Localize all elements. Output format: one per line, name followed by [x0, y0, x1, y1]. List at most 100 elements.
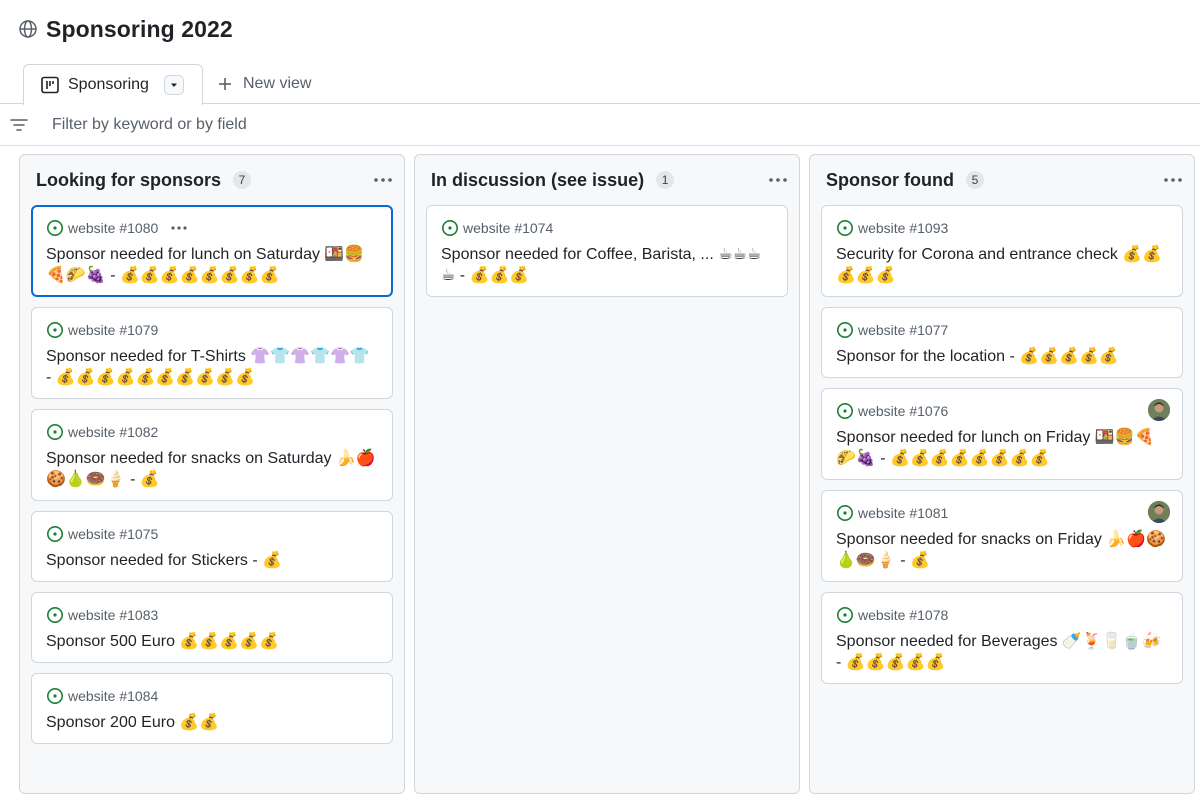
issue-reference[interactable]: website #1078 — [858, 607, 948, 623]
card-menu-button[interactable] — [170, 225, 188, 231]
column-menu-button[interactable] — [767, 169, 789, 191]
column-title: Sponsor found — [826, 169, 954, 190]
issue-title[interactable]: Sponsor needed for Coffee, Barista, ... … — [441, 244, 773, 286]
issue-card[interactable]: website #1079 Sponsor needed for T-Shirt… — [31, 307, 393, 399]
plus-icon — [217, 76, 233, 92]
column-count-badge: 5 — [965, 171, 984, 189]
card-meta: website #1074 — [441, 218, 773, 238]
card-meta: website #1083 — [46, 605, 378, 625]
issue-opened-icon — [46, 687, 64, 705]
issue-card[interactable]: website #1076 Sponsor needed for lunch o… — [821, 388, 1183, 480]
column-header: In discussion (see issue) 1 — [415, 155, 799, 205]
filter-input[interactable] — [52, 112, 852, 138]
column-cards: website #1080 Sponsor needed for lunch o… — [31, 205, 393, 754]
card-meta: website #1080 — [46, 218, 378, 238]
issue-card[interactable]: website #1093 Security for Corona and en… — [821, 205, 1183, 297]
kebab-horizontal-icon — [769, 178, 787, 182]
issue-reference[interactable]: website #1077 — [858, 322, 948, 338]
view-options-button[interactable] — [164, 75, 184, 95]
card-meta: website #1084 — [46, 686, 378, 706]
issue-title[interactable]: Sponsor needed for Stickers - 💰 — [46, 550, 378, 571]
card-meta: website #1082 — [46, 422, 378, 442]
column-cards: website #1093 Security for Corona and en… — [821, 205, 1183, 694]
issue-title[interactable]: Sponsor 200 Euro 💰💰 — [46, 712, 378, 733]
issue-reference[interactable]: website #1084 — [68, 688, 158, 704]
column-menu-button[interactable] — [372, 169, 394, 191]
column-cards: website #1074 Sponsor needed for Coffee,… — [426, 205, 788, 307]
column-count-badge: 1 — [656, 171, 675, 189]
issue-opened-icon — [46, 606, 64, 624]
kebab-horizontal-icon — [171, 226, 187, 230]
column-looking-for-sponsors: Looking for sponsors 7 website #1080 Spo… — [19, 154, 405, 794]
card-meta: website #1078 — [836, 605, 1168, 625]
card-meta: website #1075 — [46, 524, 378, 544]
new-view-label: New view — [243, 75, 312, 92]
issue-card[interactable]: website #1078 Sponsor needed for Beverag… — [821, 592, 1183, 684]
column-in-discussion: In discussion (see issue) 1 website #107… — [414, 154, 800, 794]
assignee-avatar[interactable] — [1148, 399, 1170, 421]
project-board-icon — [40, 75, 60, 95]
column-sponsor-found: Sponsor found 5 website #1093 Security f… — [809, 154, 1195, 794]
card-meta: website #1077 — [836, 320, 1168, 340]
issue-reference[interactable]: website #1076 — [858, 403, 948, 419]
issue-card[interactable]: website #1081 Sponsor needed for snacks … — [821, 490, 1183, 582]
issue-opened-icon — [46, 219, 64, 237]
issue-opened-icon — [836, 402, 854, 420]
card-meta: website #1076 — [836, 401, 1168, 421]
column-header: Sponsor found 5 — [810, 155, 1194, 205]
triangle-down-icon — [171, 83, 177, 87]
column-title: In discussion (see issue) — [431, 169, 645, 190]
issue-reference[interactable]: website #1075 — [68, 526, 158, 542]
new-view-button[interactable]: New view — [217, 70, 311, 98]
issue-title[interactable]: Sponsor 500 Euro 💰💰💰💰💰 — [46, 631, 378, 652]
issue-card[interactable]: website #1080 Sponsor needed for lunch o… — [31, 205, 393, 297]
issue-reference[interactable]: website #1093 — [858, 220, 948, 236]
filter-icon[interactable] — [10, 117, 28, 133]
issue-title[interactable]: Sponsor needed for lunch on Saturday 🍱🍔🍕… — [46, 244, 378, 286]
issue-card[interactable]: website #1082 Sponsor needed for snacks … — [31, 409, 393, 501]
issue-reference[interactable]: website #1074 — [463, 220, 553, 236]
project-title: Sponsoring 2022 — [46, 15, 233, 42]
issue-title[interactable]: Sponsor needed for lunch on Friday 🍱🍔🍕🌮🍇… — [836, 427, 1168, 469]
issue-opened-icon — [46, 321, 64, 339]
assignee-avatar[interactable] — [1148, 501, 1170, 523]
issue-title[interactable]: Sponsor for the location - 💰💰💰💰💰 — [836, 346, 1168, 367]
issue-opened-icon — [46, 525, 64, 543]
issue-card[interactable]: website #1075 Sponsor needed for Sticker… — [31, 511, 393, 582]
tab-sponsoring[interactable]: Sponsoring — [23, 64, 203, 105]
tab-label: Sponsoring — [68, 76, 149, 93]
issue-title[interactable]: Sponsor needed for T-Shirts 👚👕👚👕👚👕 - 💰💰💰… — [46, 346, 378, 388]
issue-reference[interactable]: website #1081 — [858, 505, 948, 521]
board: Looking for sponsors 7 website #1080 Spo… — [0, 146, 1200, 794]
card-meta: website #1093 — [836, 218, 1168, 238]
issue-opened-icon — [836, 219, 854, 237]
column-menu-button[interactable] — [1162, 169, 1184, 191]
filter-bar — [0, 104, 1200, 146]
issue-title[interactable]: Sponsor needed for Beverages 🍼🍹🥛🍵🍻 - 💰💰💰… — [836, 631, 1168, 673]
issue-title[interactable]: Sponsor needed for snacks on Friday 🍌🍎🍪🍐… — [836, 529, 1168, 571]
issue-card[interactable]: website #1083 Sponsor 500 Euro 💰💰💰💰💰 — [31, 592, 393, 663]
issue-reference[interactable]: website #1083 — [68, 607, 158, 623]
project-header: Sponsoring 2022 — [0, 0, 1200, 58]
column-header: Looking for sponsors 7 — [20, 155, 404, 205]
card-meta: website #1079 — [46, 320, 378, 340]
issue-reference[interactable]: website #1082 — [68, 424, 158, 440]
kebab-horizontal-icon — [1164, 178, 1182, 182]
view-tabs: Sponsoring New view — [0, 58, 1200, 105]
issue-opened-icon — [441, 219, 459, 237]
issue-title[interactable]: Sponsor needed for snacks on Saturday 🍌🍎… — [46, 448, 378, 490]
issue-reference[interactable]: website #1080 — [68, 220, 158, 236]
issue-opened-icon — [836, 606, 854, 624]
card-meta: website #1081 — [836, 503, 1168, 523]
column-count-badge: 7 — [233, 171, 252, 189]
kebab-horizontal-icon — [374, 178, 392, 182]
issue-opened-icon — [836, 321, 854, 339]
issue-title[interactable]: Security for Corona and entrance check 💰… — [836, 244, 1168, 286]
issue-opened-icon — [836, 504, 854, 522]
issue-card[interactable]: website #1084 Sponsor 200 Euro 💰💰 — [31, 673, 393, 744]
issue-reference[interactable]: website #1079 — [68, 322, 158, 338]
issue-card[interactable]: website #1074 Sponsor needed for Coffee,… — [426, 205, 788, 297]
column-title: Looking for sponsors — [36, 169, 222, 190]
issue-card[interactable]: website #1077 Sponsor for the location -… — [821, 307, 1183, 378]
globe-icon — [18, 19, 38, 39]
